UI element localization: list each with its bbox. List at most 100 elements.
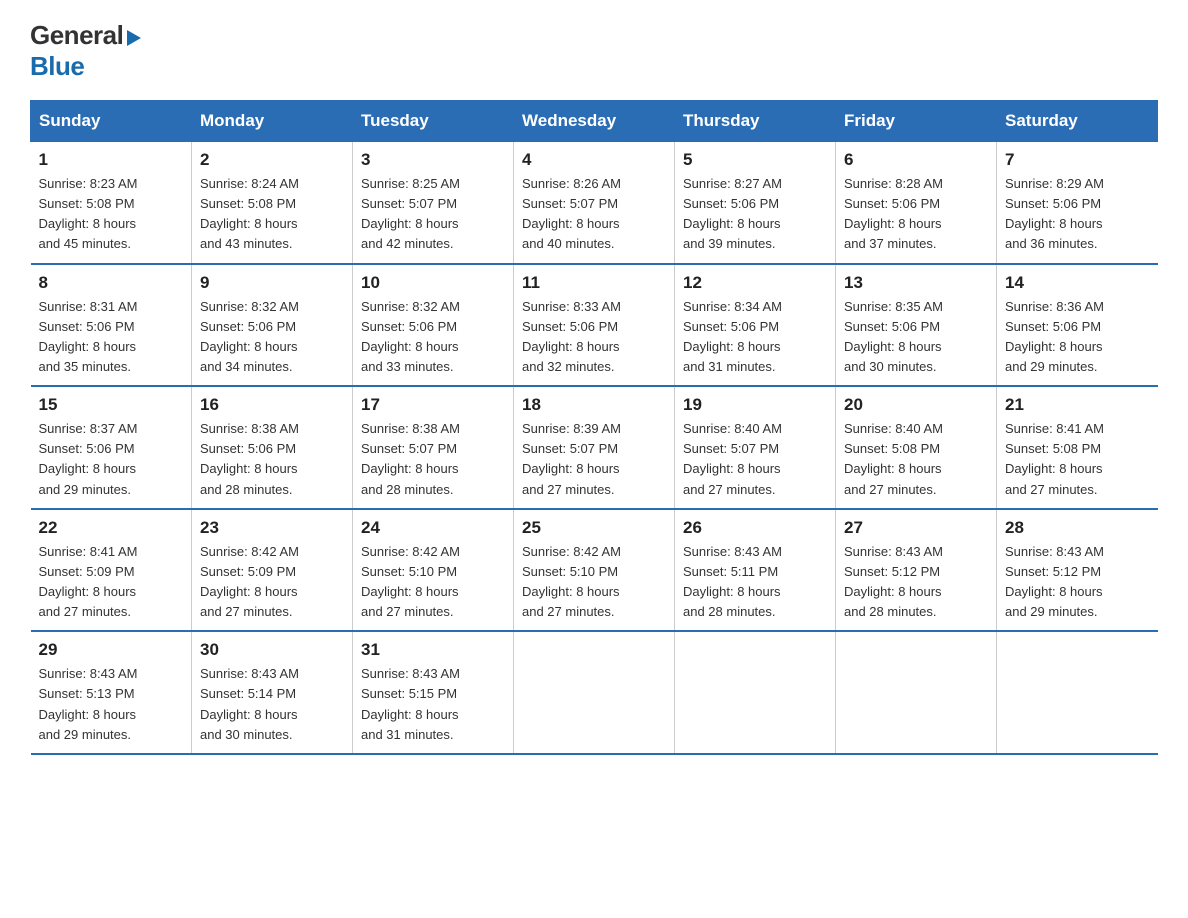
calendar-week-row: 29 Sunrise: 8:43 AM Sunset: 5:13 PM Dayl… bbox=[31, 631, 1158, 754]
day-info: Sunrise: 8:41 AM Sunset: 5:09 PM Dayligh… bbox=[39, 542, 184, 623]
calendar-day-cell: 25 Sunrise: 8:42 AM Sunset: 5:10 PM Dayl… bbox=[514, 509, 675, 632]
calendar-day-cell: 9 Sunrise: 8:32 AM Sunset: 5:06 PM Dayli… bbox=[192, 264, 353, 387]
day-number: 16 bbox=[200, 395, 344, 415]
day-info: Sunrise: 8:33 AM Sunset: 5:06 PM Dayligh… bbox=[522, 297, 666, 378]
day-number: 25 bbox=[522, 518, 666, 538]
calendar-day-cell: 4 Sunrise: 8:26 AM Sunset: 5:07 PM Dayli… bbox=[514, 142, 675, 264]
calendar-week-row: 22 Sunrise: 8:41 AM Sunset: 5:09 PM Dayl… bbox=[31, 509, 1158, 632]
calendar-day-cell: 20 Sunrise: 8:40 AM Sunset: 5:08 PM Dayl… bbox=[836, 386, 997, 509]
day-info: Sunrise: 8:23 AM Sunset: 5:08 PM Dayligh… bbox=[39, 174, 184, 255]
day-number: 13 bbox=[844, 273, 988, 293]
calendar-day-cell: 11 Sunrise: 8:33 AM Sunset: 5:06 PM Dayl… bbox=[514, 264, 675, 387]
day-number: 28 bbox=[1005, 518, 1150, 538]
calendar-day-cell: 10 Sunrise: 8:32 AM Sunset: 5:06 PM Dayl… bbox=[353, 264, 514, 387]
calendar-day-cell: 26 Sunrise: 8:43 AM Sunset: 5:11 PM Dayl… bbox=[675, 509, 836, 632]
day-info: Sunrise: 8:38 AM Sunset: 5:07 PM Dayligh… bbox=[361, 419, 505, 500]
day-of-week-header: Monday bbox=[192, 101, 353, 142]
day-of-week-header: Saturday bbox=[997, 101, 1158, 142]
day-number: 2 bbox=[200, 150, 344, 170]
calendar-day-cell: 16 Sunrise: 8:38 AM Sunset: 5:06 PM Dayl… bbox=[192, 386, 353, 509]
day-number: 20 bbox=[844, 395, 988, 415]
day-info: Sunrise: 8:32 AM Sunset: 5:06 PM Dayligh… bbox=[361, 297, 505, 378]
day-info: Sunrise: 8:43 AM Sunset: 5:14 PM Dayligh… bbox=[200, 664, 344, 745]
day-info: Sunrise: 8:37 AM Sunset: 5:06 PM Dayligh… bbox=[39, 419, 184, 500]
calendar-day-cell: 13 Sunrise: 8:35 AM Sunset: 5:06 PM Dayl… bbox=[836, 264, 997, 387]
calendar-day-cell: 27 Sunrise: 8:43 AM Sunset: 5:12 PM Dayl… bbox=[836, 509, 997, 632]
logo-blue-text: Blue bbox=[30, 51, 84, 81]
day-of-week-header: Wednesday bbox=[514, 101, 675, 142]
calendar-day-cell: 23 Sunrise: 8:42 AM Sunset: 5:09 PM Dayl… bbox=[192, 509, 353, 632]
calendar-day-cell: 17 Sunrise: 8:38 AM Sunset: 5:07 PM Dayl… bbox=[353, 386, 514, 509]
logo-general-text: General bbox=[30, 20, 123, 51]
day-number: 14 bbox=[1005, 273, 1150, 293]
day-number: 31 bbox=[361, 640, 505, 660]
day-number: 22 bbox=[39, 518, 184, 538]
day-number: 7 bbox=[1005, 150, 1150, 170]
calendar-day-cell: 8 Sunrise: 8:31 AM Sunset: 5:06 PM Dayli… bbox=[31, 264, 192, 387]
day-info: Sunrise: 8:43 AM Sunset: 5:15 PM Dayligh… bbox=[361, 664, 505, 745]
day-info: Sunrise: 8:43 AM Sunset: 5:13 PM Dayligh… bbox=[39, 664, 184, 745]
day-info: Sunrise: 8:35 AM Sunset: 5:06 PM Dayligh… bbox=[844, 297, 988, 378]
calendar-week-row: 15 Sunrise: 8:37 AM Sunset: 5:06 PM Dayl… bbox=[31, 386, 1158, 509]
calendar-day-cell: 3 Sunrise: 8:25 AM Sunset: 5:07 PM Dayli… bbox=[353, 142, 514, 264]
day-number: 26 bbox=[683, 518, 827, 538]
day-number: 6 bbox=[844, 150, 988, 170]
calendar-week-row: 1 Sunrise: 8:23 AM Sunset: 5:08 PM Dayli… bbox=[31, 142, 1158, 264]
calendar-day-cell: 29 Sunrise: 8:43 AM Sunset: 5:13 PM Dayl… bbox=[31, 631, 192, 754]
day-number: 4 bbox=[522, 150, 666, 170]
day-info: Sunrise: 8:31 AM Sunset: 5:06 PM Dayligh… bbox=[39, 297, 184, 378]
day-of-week-header: Sunday bbox=[31, 101, 192, 142]
day-info: Sunrise: 8:43 AM Sunset: 5:12 PM Dayligh… bbox=[1005, 542, 1150, 623]
calendar-day-cell: 6 Sunrise: 8:28 AM Sunset: 5:06 PM Dayli… bbox=[836, 142, 997, 264]
day-number: 8 bbox=[39, 273, 184, 293]
day-number: 27 bbox=[844, 518, 988, 538]
calendar-day-cell: 21 Sunrise: 8:41 AM Sunset: 5:08 PM Dayl… bbox=[997, 386, 1158, 509]
day-info: Sunrise: 8:28 AM Sunset: 5:06 PM Dayligh… bbox=[844, 174, 988, 255]
day-number: 15 bbox=[39, 395, 184, 415]
day-of-week-header: Friday bbox=[836, 101, 997, 142]
day-info: Sunrise: 8:42 AM Sunset: 5:09 PM Dayligh… bbox=[200, 542, 344, 623]
day-number: 19 bbox=[683, 395, 827, 415]
day-number: 12 bbox=[683, 273, 827, 293]
logo-triangle-icon bbox=[125, 26, 143, 46]
day-number: 23 bbox=[200, 518, 344, 538]
calendar-day-cell: 22 Sunrise: 8:41 AM Sunset: 5:09 PM Dayl… bbox=[31, 509, 192, 632]
day-number: 18 bbox=[522, 395, 666, 415]
logo: General Blue bbox=[30, 20, 143, 82]
day-info: Sunrise: 8:26 AM Sunset: 5:07 PM Dayligh… bbox=[522, 174, 666, 255]
calendar-day-cell bbox=[997, 631, 1158, 754]
day-info: Sunrise: 8:41 AM Sunset: 5:08 PM Dayligh… bbox=[1005, 419, 1150, 500]
calendar-day-cell: 2 Sunrise: 8:24 AM Sunset: 5:08 PM Dayli… bbox=[192, 142, 353, 264]
day-info: Sunrise: 8:38 AM Sunset: 5:06 PM Dayligh… bbox=[200, 419, 344, 500]
calendar-table: SundayMondayTuesdayWednesdayThursdayFrid… bbox=[30, 100, 1158, 755]
calendar-day-cell: 15 Sunrise: 8:37 AM Sunset: 5:06 PM Dayl… bbox=[31, 386, 192, 509]
day-of-week-header: Thursday bbox=[675, 101, 836, 142]
day-info: Sunrise: 8:24 AM Sunset: 5:08 PM Dayligh… bbox=[200, 174, 344, 255]
day-info: Sunrise: 8:25 AM Sunset: 5:07 PM Dayligh… bbox=[361, 174, 505, 255]
day-info: Sunrise: 8:42 AM Sunset: 5:10 PM Dayligh… bbox=[361, 542, 505, 623]
day-number: 29 bbox=[39, 640, 184, 660]
day-info: Sunrise: 8:34 AM Sunset: 5:06 PM Dayligh… bbox=[683, 297, 827, 378]
day-number: 1 bbox=[39, 150, 184, 170]
calendar-day-cell: 19 Sunrise: 8:40 AM Sunset: 5:07 PM Dayl… bbox=[675, 386, 836, 509]
day-number: 5 bbox=[683, 150, 827, 170]
calendar-day-cell bbox=[514, 631, 675, 754]
calendar-week-row: 8 Sunrise: 8:31 AM Sunset: 5:06 PM Dayli… bbox=[31, 264, 1158, 387]
calendar-day-cell: 12 Sunrise: 8:34 AM Sunset: 5:06 PM Dayl… bbox=[675, 264, 836, 387]
calendar-day-cell: 18 Sunrise: 8:39 AM Sunset: 5:07 PM Dayl… bbox=[514, 386, 675, 509]
calendar-day-cell: 1 Sunrise: 8:23 AM Sunset: 5:08 PM Dayli… bbox=[31, 142, 192, 264]
day-info: Sunrise: 8:40 AM Sunset: 5:07 PM Dayligh… bbox=[683, 419, 827, 500]
calendar-day-cell bbox=[675, 631, 836, 754]
page-header: General Blue bbox=[30, 20, 1158, 82]
calendar-day-cell: 31 Sunrise: 8:43 AM Sunset: 5:15 PM Dayl… bbox=[353, 631, 514, 754]
day-info: Sunrise: 8:39 AM Sunset: 5:07 PM Dayligh… bbox=[522, 419, 666, 500]
day-number: 10 bbox=[361, 273, 505, 293]
day-number: 11 bbox=[522, 273, 666, 293]
day-number: 24 bbox=[361, 518, 505, 538]
day-info: Sunrise: 8:27 AM Sunset: 5:06 PM Dayligh… bbox=[683, 174, 827, 255]
day-info: Sunrise: 8:36 AM Sunset: 5:06 PM Dayligh… bbox=[1005, 297, 1150, 378]
day-info: Sunrise: 8:42 AM Sunset: 5:10 PM Dayligh… bbox=[522, 542, 666, 623]
day-number: 30 bbox=[200, 640, 344, 660]
day-info: Sunrise: 8:43 AM Sunset: 5:11 PM Dayligh… bbox=[683, 542, 827, 623]
calendar-day-cell bbox=[836, 631, 997, 754]
